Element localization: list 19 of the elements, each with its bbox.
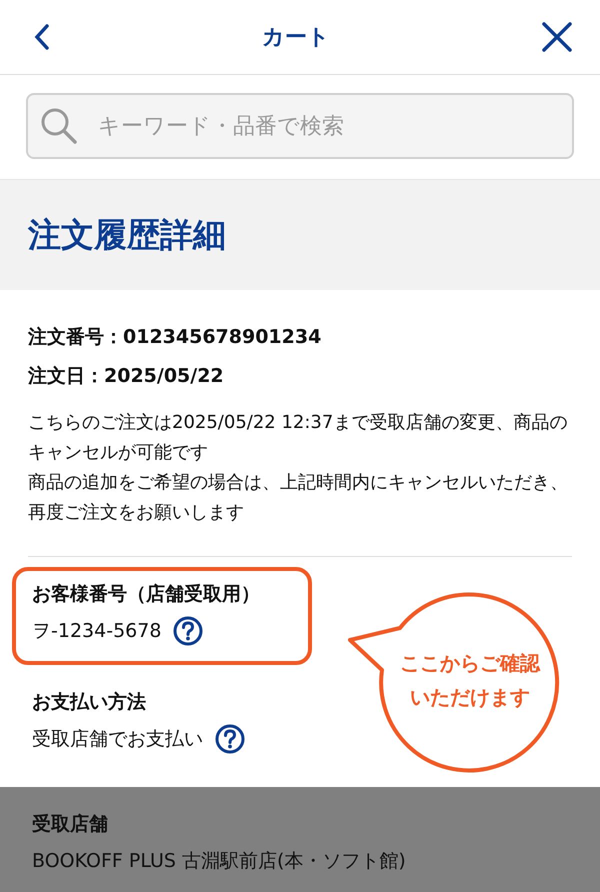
order-info: 注文日：2025/05/22 <box>28 364 225 389</box>
help-icon[interactable] <box>173 616 204 646</box>
section-label: お支払い方法 <box>32 690 147 715</box>
section-value: BOOKOFF PLUS 古淵駅前店(本・ソフト館) <box>32 849 406 874</box>
order-info: 注文番号：012345678901234 <box>28 325 322 350</box>
notice-text: こちらのご注文は2025/05/22 12:37まで受取店舗の変更、商品のキャンセルが可能です <box>28 411 568 465</box>
callout-text: ここからご確認 いただけます <box>399 650 542 711</box>
search-icon <box>40 107 78 145</box>
back-icon[interactable] <box>34 24 50 50</box>
search-field[interactable]: キーワード・品番で検索 <box>26 93 574 159</box>
close-icon[interactable] <box>542 22 572 52</box>
section-value: ヲ-1234-5678 <box>32 619 162 644</box>
notice-text: 商品の追加をご希望の場合は、上記時間内にキャンセルいただき、再度ご注文をお願いします <box>28 471 569 525</box>
help-icon[interactable] <box>215 724 245 754</box>
page-header-title: カート <box>262 24 330 52</box>
page-title: 注文履歴詳細 <box>28 214 226 256</box>
section-label: お客様番号（店舗受取用） <box>32 582 261 607</box>
section-value: 受取店舗でお支払い <box>32 727 203 752</box>
section-label: 受取店舗 <box>32 812 109 837</box>
